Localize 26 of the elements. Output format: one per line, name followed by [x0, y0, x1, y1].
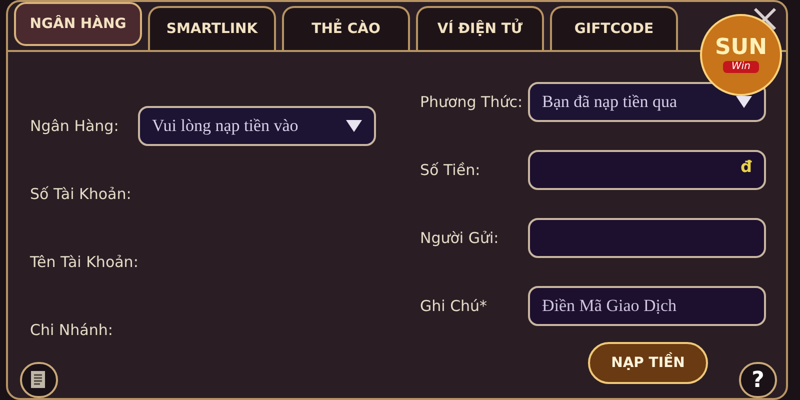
tab[interactable]: GIFTCODE: [550, 6, 678, 50]
input-field[interactable]: [528, 218, 766, 258]
tab[interactable]: VÍ ĐIỆN TỬ: [416, 6, 544, 50]
document-icon: [30, 370, 48, 390]
field-label: Số Tài Khoản:: [30, 184, 132, 205]
logo-subtext: Win: [723, 60, 758, 74]
deposit-button[interactable]: NẠP TIỀN: [588, 342, 708, 384]
field-label: Tên Tài Khoản:: [30, 252, 138, 273]
dropdown-field[interactable]: Vui lòng nạp tiền vào: [138, 106, 376, 146]
currency-symbol: đ: [740, 159, 752, 175]
tab[interactable]: THẺ CÀO: [282, 6, 410, 50]
input-field[interactable]: [528, 150, 766, 190]
dropdown-field[interactable]: Bạn đã nạp tiền qua: [528, 82, 766, 122]
field-label: Chi Nhánh:: [30, 320, 114, 341]
logo-text: SUN: [714, 36, 768, 59]
field-label: Số Tiền:: [420, 160, 482, 181]
input-field[interactable]: Điền Mã Giao Dịch: [528, 286, 766, 326]
field-label: Ngân Hàng:: [30, 116, 120, 137]
caret-icon: [346, 120, 362, 132]
field-label: Phương Thức:: [420, 92, 524, 113]
tab[interactable]: SMARTLINK: [148, 6, 276, 50]
dropdown-value: Bạn đã nạp tiền qua: [542, 91, 678, 114]
tab[interactable]: NGÂN HÀNG: [14, 2, 142, 46]
field-label: Ghi Chú*: [420, 296, 488, 317]
field-label: Người Gửi:: [420, 228, 500, 249]
dropdown-value: Vui lòng nạp tiền vào: [152, 115, 298, 138]
